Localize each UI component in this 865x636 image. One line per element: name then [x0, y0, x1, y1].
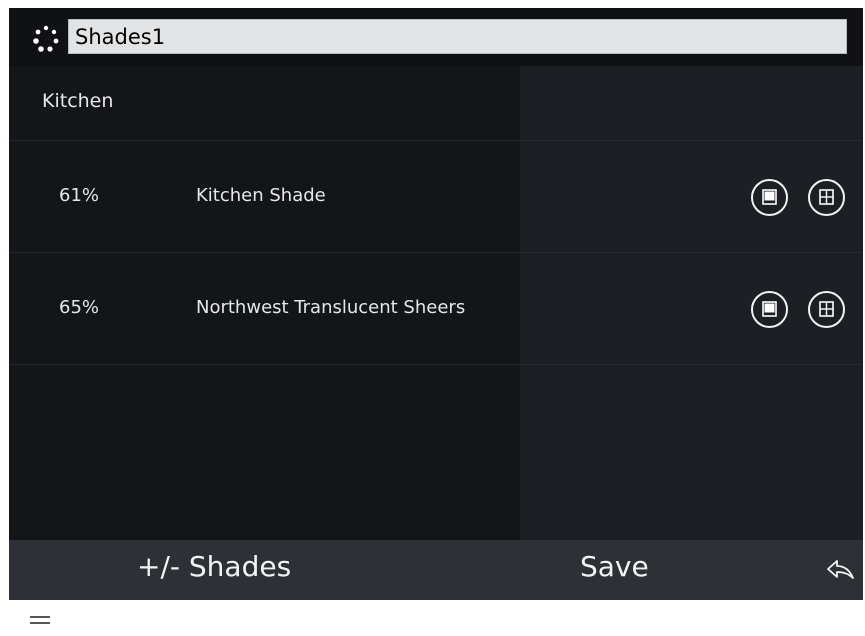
- scene-name-input[interactable]: [68, 19, 847, 54]
- shade-close-button[interactable]: [751, 291, 788, 328]
- shade-open-button[interactable]: [808, 179, 845, 216]
- shade-open-button[interactable]: [808, 291, 845, 328]
- menu-line: [30, 622, 50, 624]
- back-arrow-icon[interactable]: [826, 558, 856, 582]
- hamburger-menu-icon[interactable]: [30, 616, 50, 626]
- shade-close-button[interactable]: [751, 179, 788, 216]
- shade-row: 61% Kitchen Shade: [9, 141, 863, 253]
- shade-closed-icon: [762, 189, 777, 205]
- shade-name: Kitchen Shade: [196, 185, 326, 206]
- title-bar: [9, 8, 863, 66]
- add-remove-shades-button[interactable]: +/- Shades: [137, 550, 291, 583]
- shade-open-window-icon: [819, 189, 834, 205]
- loading-spinner-icon: [33, 25, 59, 52]
- shade-percent: 61%: [59, 185, 100, 206]
- room-header: Kitchen: [9, 66, 863, 141]
- shade-open-window-icon: [819, 301, 834, 317]
- shade-name: Northwest Translucent Sheers: [196, 297, 466, 318]
- shade-closed-icon: [762, 301, 777, 317]
- bottom-toolbar: +/- Shades Save: [9, 540, 863, 600]
- shade-editor-window: Kitchen 61% Kitchen Shade 65% Northwest …: [9, 8, 863, 600]
- menu-line: [30, 616, 50, 618]
- room-label: Kitchen: [42, 90, 114, 112]
- shade-row: 65% Northwest Translucent Sheers: [9, 253, 863, 365]
- save-button[interactable]: Save: [580, 550, 649, 583]
- shade-percent: 65%: [59, 297, 100, 318]
